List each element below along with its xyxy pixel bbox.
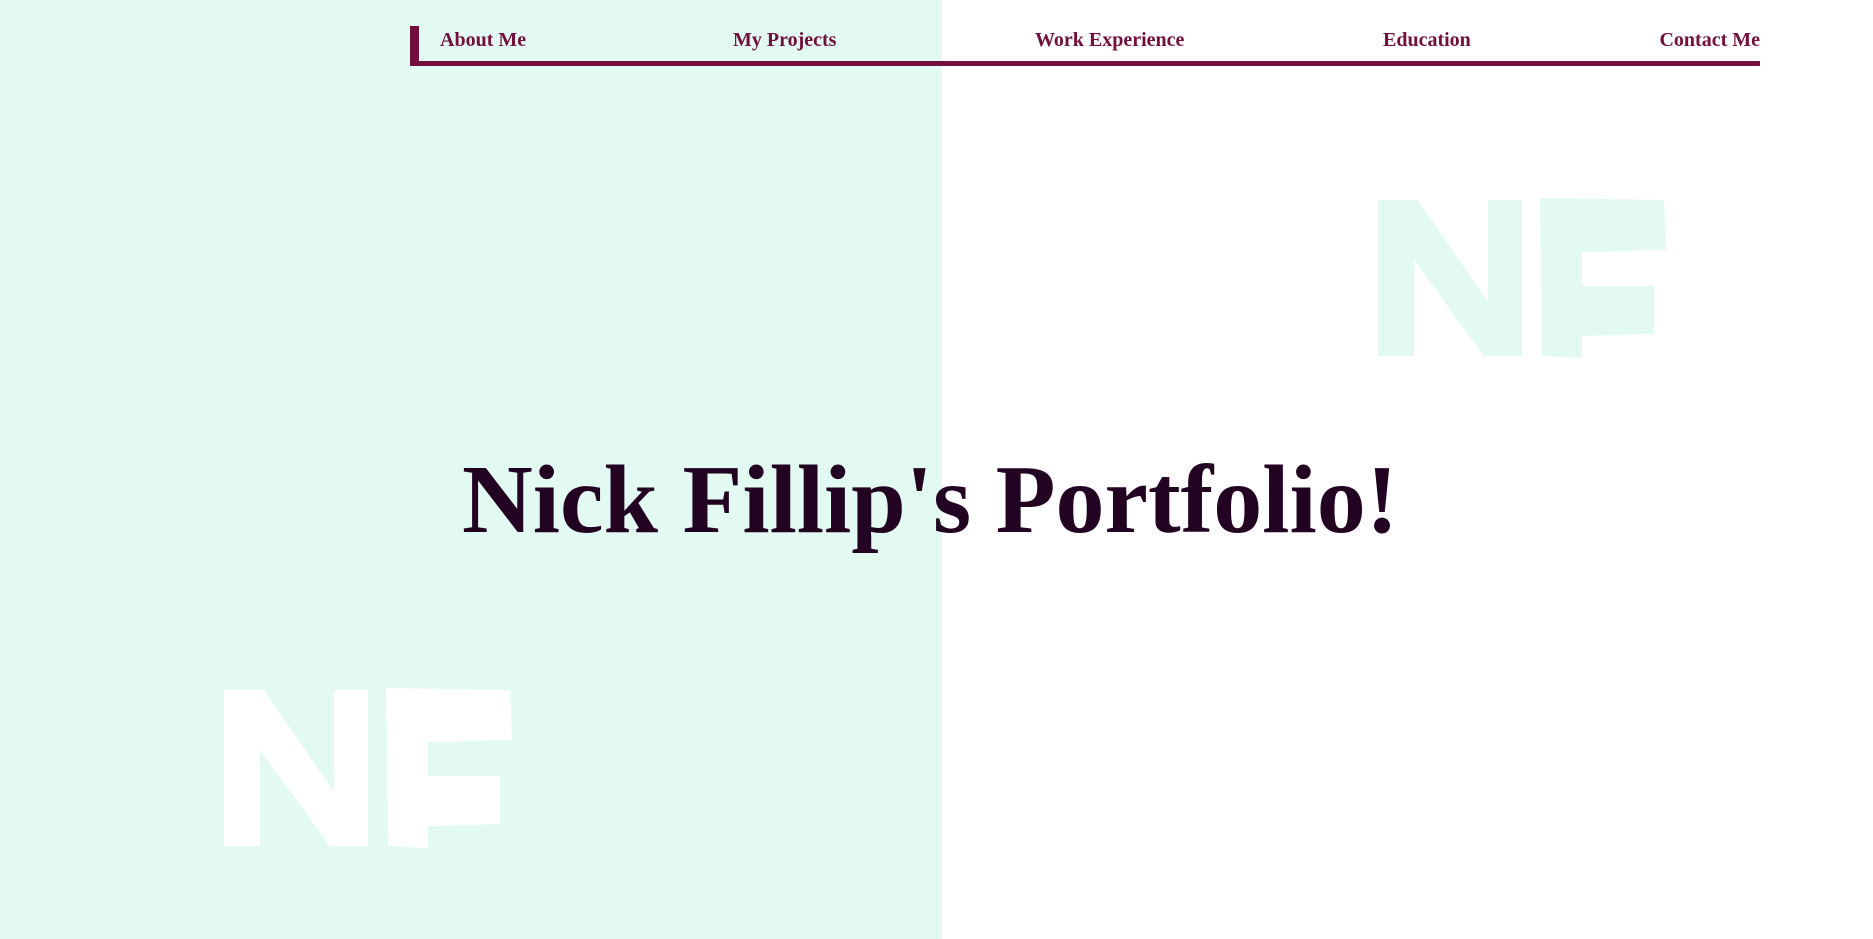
nf-monogram-logo <box>1378 198 1666 358</box>
nav-link-contact-me[interactable]: Contact Me <box>1659 29 1760 52</box>
nav-link-education[interactable]: Education <box>1383 29 1471 52</box>
nf-monogram-logo <box>224 688 512 848</box>
page-title: Nick Fillip's Portfolio! <box>462 446 1399 554</box>
nav-link-my-projects[interactable]: My Projects <box>733 29 836 52</box>
main-navigation: About Me My Projects Work Experience Edu… <box>410 26 1760 66</box>
nav-link-work-experience[interactable]: Work Experience <box>1035 29 1184 52</box>
hero-section: Nick Fillip's Portfolio! <box>462 440 1422 560</box>
portfolio-page: About Me My Projects Work Experience Edu… <box>0 0 1873 939</box>
nav-link-about-me[interactable]: About Me <box>440 29 526 52</box>
